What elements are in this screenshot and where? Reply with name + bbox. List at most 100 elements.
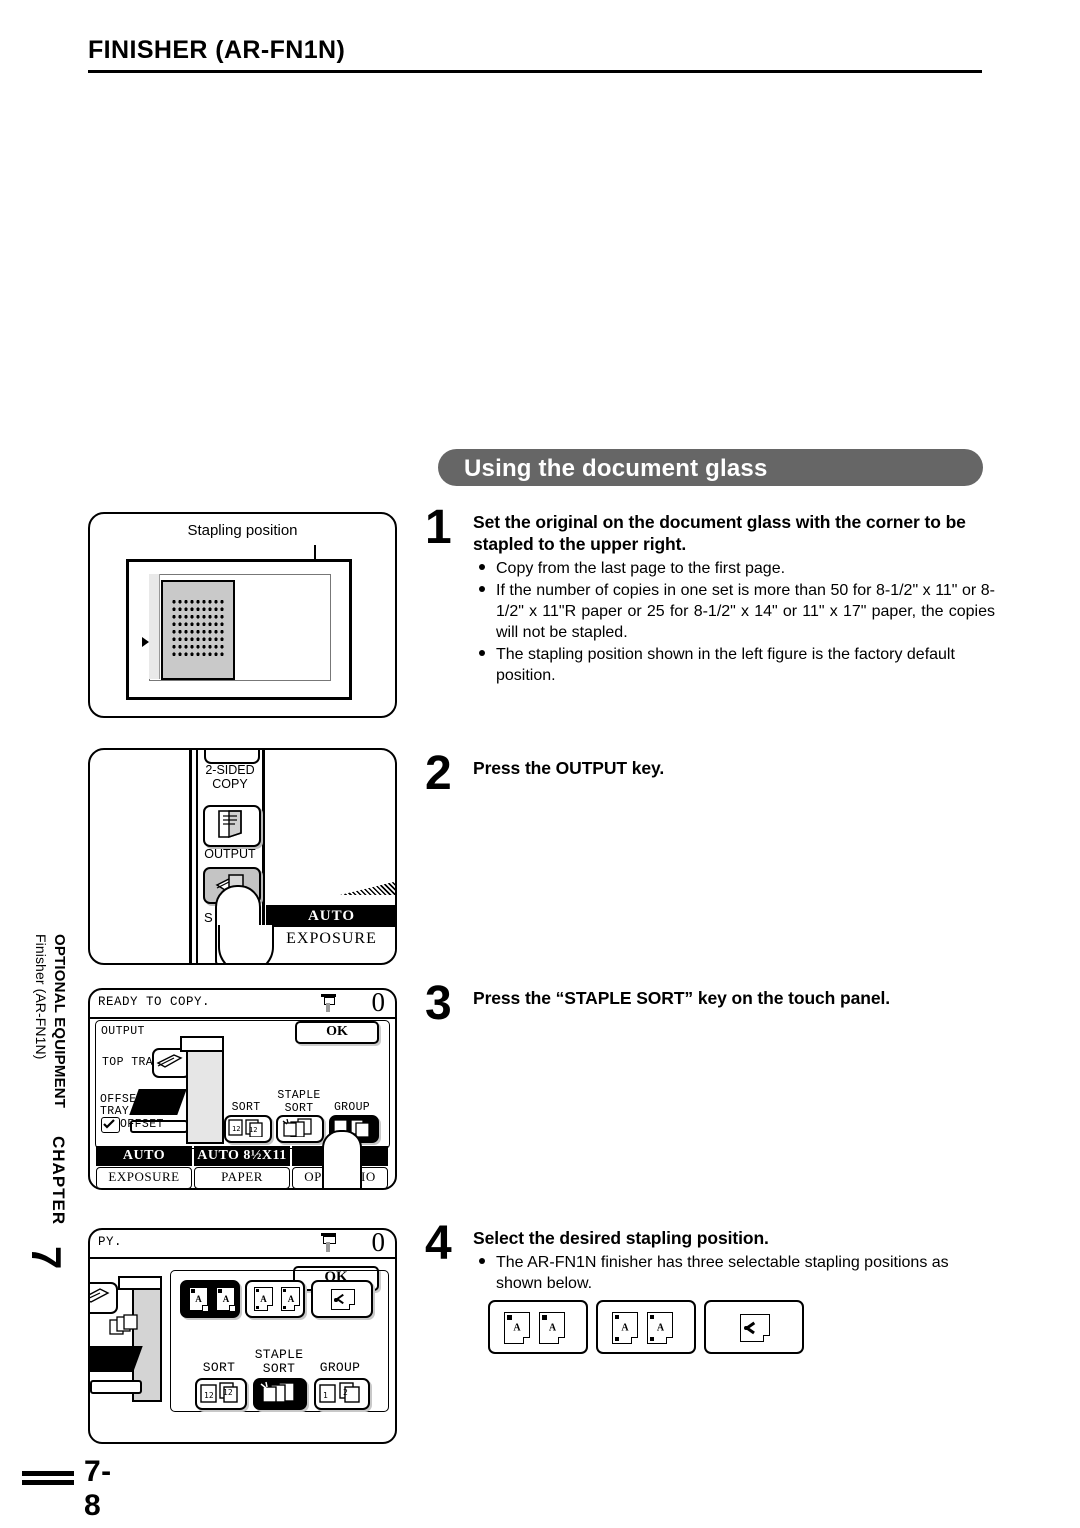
sort-key-label: SORT [231,1101,261,1114]
step-4: 4 Select the desired stapling position. … [425,1220,995,1294]
header-rule [88,70,982,73]
finisher-top-illustration [180,1036,224,1052]
sort-icon: 12 12 [200,1382,238,1403]
svg-text:1: 1 [323,1391,328,1400]
section-banner-title: Using the document glass [464,455,768,482]
svg-text:12: 12 [223,1388,233,1397]
step-4-heading: Select the desired stapling position. [473,1228,769,1248]
top-tray-icon [156,1054,183,1068]
check-icon [103,1119,115,1129]
step-1-bullet-3: The stapling position shown in the left … [496,646,955,685]
key-output-label: OUTPUT [204,847,256,861]
step-4-number: 4 [425,1217,452,1270]
group-key-label: GROUP [333,1101,370,1114]
figure-document-glass: Stapling position [88,512,397,718]
offset-tray-illustration [129,1089,187,1115]
staple-sort-key[interactable] [253,1378,307,1410]
page-header: FINISHER (AR-FN1N) [88,38,982,73]
staple-position-option-3[interactable] [704,1300,804,1354]
sort-key-label: SORT [202,1360,236,1375]
sheet-icon: A [504,1312,530,1344]
step-1-number: 1 [425,501,452,554]
group-icon: 1 2 [319,1382,360,1403]
figure-operation-panel: 2-SIDED COPY OUTPUT S AUTO EXPOSURE [88,748,397,965]
output-tray-status-icon [320,1232,337,1252]
original-document [161,580,235,680]
step-2: 2 Press the OUTPUT key. [425,750,995,798]
staple-sort-key[interactable] [276,1115,324,1143]
copy-count: 0 [371,1228,386,1257]
step-3-number: 3 [425,977,452,1030]
group-key-label: GROUP [319,1360,361,1375]
sheet-icon: A [216,1287,236,1311]
status-message: PY. [98,1235,123,1249]
svg-text:12: 12 [232,1125,240,1133]
step-1-bullet-2: If the number of copies in one set is mo… [496,581,995,642]
sheet-icon [740,1314,770,1342]
sheet-icon: A [612,1312,638,1344]
bullet-dot-icon [479,585,485,592]
step-3-heading: Press the “STAPLE SORT” key on the touch… [473,988,891,1008]
glass-edge-strip [149,574,160,679]
bullet-dot-icon [479,1257,485,1264]
step-1: 1 Set the original on the document glass… [425,504,995,687]
page-title: FINISHER (AR-FN1N) [88,36,346,64]
step-1-heading: Set the original on the document glass w… [473,512,966,554]
chapter-word: CHAPTER [49,1136,68,1226]
sort-key[interactable]: 12 12 [195,1378,247,1410]
offset-checkbox[interactable] [101,1117,120,1133]
copy-count: 0 [371,988,386,1017]
touch-panel-status-bar: READY TO COPY. 0 [90,990,395,1019]
pointing-hand-illustration [218,925,274,963]
original-alignment-arrow-icon [142,637,149,647]
step-4-bullets: The AR-FN1N finisher has three selectabl… [473,1252,995,1294]
panel-divider-left [189,750,192,963]
offset-tray-illustration [90,1346,143,1372]
section-banner: Using the document glass [438,449,983,486]
step-4-bullet-1: The AR-FN1N finisher has three selectabl… [496,1253,949,1292]
staple-position-options: A A A A [488,1300,808,1354]
sort-icon: 12 12 [228,1119,263,1138]
sheet-icon: A [647,1312,674,1344]
finisher-top-illustration [118,1276,162,1290]
step-1-bullets: Copy from the last page to the first pag… [473,558,995,687]
chapter-tab: OPTIONAL EQUIPMENT Finisher (AR-FN1N) CH… [22,928,84,1300]
panel-key-above[interactable] [204,750,260,764]
display-auto-bar: AUTO [266,905,395,927]
exposure-segment[interactable]: AUTO EXPOSURE [96,1146,192,1188]
ok-button[interactable]: OK [295,1021,379,1044]
group-key[interactable]: 1 2 [314,1378,370,1410]
bullet-dot-icon [479,650,485,657]
top-tray-icon [90,1288,110,1303]
step-3: 3 Press the “STAPLE SORT” key on the tou… [425,980,995,1028]
copier-top-outline [126,559,352,700]
paper-select-segment[interactable]: AUTO 8½X11 PAPER SELECT [194,1146,290,1188]
document-text-dots [171,598,225,658]
panel-staple-position-key-3[interactable] [311,1280,373,1318]
panel-staple-position-key-1[interactable]: A A [180,1280,240,1318]
staple-sort-icon [260,1381,295,1403]
stapling-position-label: Stapling position [187,522,298,539]
sort-key[interactable]: 12 12 [224,1115,272,1143]
page-number: 7-8 [84,1455,112,1522]
figure-touch-panel-staple-positions: PY. 0 OK A A A A SORT 12 12 STAPLE SORT … [88,1228,397,1444]
top-tray-key[interactable] [90,1282,118,1314]
panel-staple-position-key-2[interactable]: A A [245,1280,305,1318]
sheet-icon: A [539,1312,566,1344]
chapter-section-subtitle: Finisher (AR-FN1N) [33,934,49,1060]
two-sided-copy-icon [218,810,242,838]
pointing-finger-illustration [322,1130,362,1188]
staple-sort-key-label: STAPLE SORT [254,1347,304,1377]
chapter-number: 7 [23,1246,70,1270]
svg-text:2: 2 [343,1388,348,1397]
staple-sort-icon [282,1118,312,1138]
staple-position-option-2[interactable]: A A [596,1300,696,1354]
screen-title: OUTPUT [101,1025,145,1038]
sheet-icon: A [189,1287,208,1311]
step-2-number: 2 [425,747,452,800]
staple-position-option-1[interactable]: A A [488,1300,588,1354]
step-2-heading: Press the OUTPUT key. [473,758,665,778]
staple-sort-key-label: STAPLE SORT [277,1089,321,1115]
key-partial-label: S [204,910,213,925]
key-2sided-copy[interactable] [203,805,261,847]
